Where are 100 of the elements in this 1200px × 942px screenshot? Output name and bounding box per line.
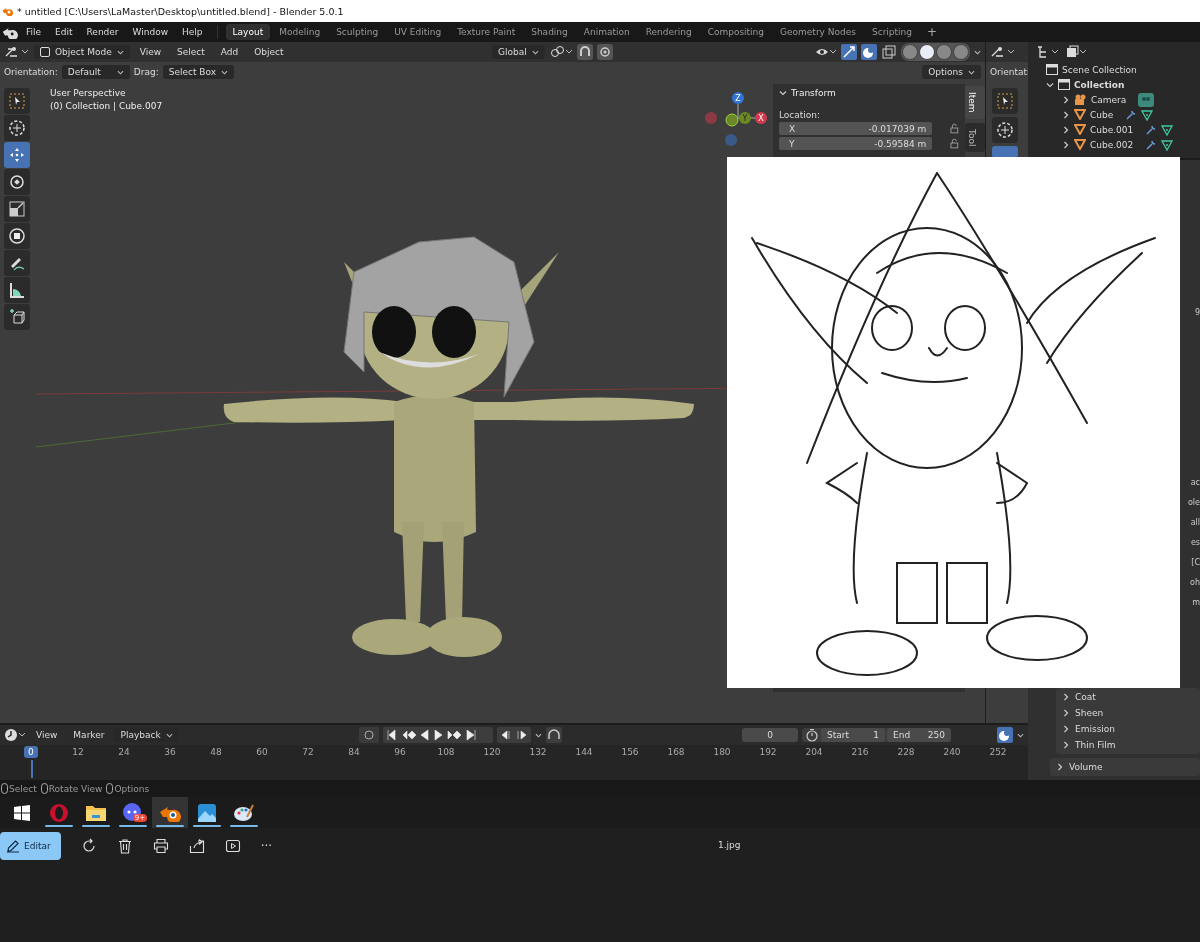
workspace-tab[interactable]: Modeling	[272, 24, 328, 40]
camera-data-icon[interactable]	[1138, 92, 1155, 107]
chevron-right-icon[interactable]	[1062, 110, 1070, 119]
tool-button[interactable]	[4, 250, 30, 276]
sidebar-tab[interactable]: Tool	[965, 122, 985, 152]
overlays-toggle-icon[interactable]	[997, 727, 1013, 744]
subpanel-header[interactable]: Coat	[1075, 692, 1096, 702]
orientation-dropdown[interactable]: Default	[61, 65, 130, 79]
modifier-wrench-icon[interactable]	[1145, 138, 1158, 151]
navigation-gizmo[interactable]: Z Y X	[703, 88, 773, 158]
workspace-tab[interactable]: Texture Paint	[450, 24, 523, 40]
chevron-down-icon[interactable]	[1046, 80, 1054, 89]
subpanel-header[interactable]: Thin Film	[1075, 740, 1116, 750]
chevron-right-icon[interactable]	[1062, 741, 1070, 749]
link-icon[interactable]	[548, 45, 573, 59]
lock-icon[interactable]	[950, 123, 959, 134]
chat-app-icon[interactable]	[122, 801, 144, 824]
auto-keying-icon[interactable]	[545, 727, 562, 744]
tool-button[interactable]	[992, 146, 1018, 158]
mesh-data-icon[interactable]	[1161, 123, 1174, 136]
sidebar-tab[interactable]: Item	[965, 86, 985, 119]
menu-item[interactable]: Edit	[49, 25, 79, 39]
workspace-tab[interactable]: Sculpting	[329, 24, 386, 40]
drag-dropdown[interactable]: Select Box	[162, 65, 235, 79]
transform-orientation-dropdown[interactable]: Global	[491, 45, 545, 59]
workspace-tab[interactable]: Shading	[524, 24, 575, 40]
outliner-item[interactable]: Collection	[1074, 79, 1125, 90]
outliner-item[interactable]: Cube.001	[1090, 124, 1134, 135]
options-dropdown[interactable]: Options	[922, 65, 981, 79]
menu-item[interactable]: Object	[248, 45, 290, 59]
location-field[interactable]: Y -0.59584 m	[779, 137, 933, 150]
clock-icon[interactable]	[4, 728, 26, 743]
chevron-right-icon[interactable]	[1056, 763, 1064, 771]
lock-icon[interactable]	[950, 138, 959, 149]
xray-icon[interactable]	[881, 44, 897, 60]
rotate-icon[interactable]	[80, 838, 97, 854]
chevron-right-icon[interactable]	[1062, 95, 1070, 104]
tool-button[interactable]	[992, 117, 1018, 143]
delete-icon[interactable]	[116, 838, 133, 854]
tool-button[interactable]	[4, 304, 30, 330]
workspace-tab[interactable]: Layout	[225, 24, 271, 40]
panel-header[interactable]: Volume	[1069, 762, 1103, 772]
playhead[interactable]: 0	[24, 746, 38, 759]
shading-mode-button[interactable]	[902, 44, 918, 60]
windows-start-icon[interactable]	[13, 803, 31, 822]
panel-title[interactable]: Transform	[791, 88, 836, 98]
add-workspace-button[interactable]: +	[921, 23, 944, 41]
chevron-right-icon[interactable]	[1062, 693, 1070, 701]
menu-item[interactable]: Add	[214, 45, 245, 59]
chevron-right-icon[interactable]	[1062, 709, 1070, 717]
menu-item[interactable]: View	[133, 45, 168, 59]
workspace-tab[interactable]: Compositing	[700, 24, 772, 40]
subpanel-header[interactable]: Sheen	[1075, 708, 1104, 718]
mode-dropdown[interactable]: Object Mode	[34, 45, 130, 59]
outliner-item[interactable]: Cube.002	[1090, 139, 1134, 150]
mesh-data-icon[interactable]	[1161, 138, 1174, 151]
print-icon[interactable]	[152, 838, 169, 854]
subpanel-header[interactable]: Emission	[1075, 724, 1116, 734]
current-frame-field[interactable]: 0	[742, 728, 798, 743]
shading-mode-button[interactable]	[919, 44, 935, 60]
keyframe-record-icon[interactable]	[358, 727, 379, 744]
gizmo-toggle-icon[interactable]	[841, 44, 857, 60]
location-field[interactable]: X -0.017039 m	[779, 122, 933, 135]
tool-button[interactable]	[4, 223, 30, 249]
playback-dropdown[interactable]: Playback	[114, 728, 179, 743]
outliner-item[interactable]: Scene Collection	[1062, 64, 1137, 75]
workspace-tab[interactable]: Animation	[576, 24, 637, 40]
menu-item[interactable]: File	[20, 25, 48, 39]
edit-button[interactable]: Editar	[0, 832, 61, 860]
mesh-data-icon[interactable]	[1141, 108, 1154, 121]
stopwatch-icon[interactable]	[805, 728, 819, 743]
editor-type-icon[interactable]	[990, 45, 1016, 59]
workspace-tab[interactable]: Geometry Nodes	[773, 24, 863, 40]
workspace-tab[interactable]: UV Editing	[387, 24, 449, 40]
slideshow-icon[interactable]	[224, 838, 241, 854]
photos-app-icon[interactable]	[197, 802, 217, 823]
proportional-edit-icon[interactable]	[596, 44, 613, 60]
workspace-tab[interactable]: Scripting	[864, 24, 919, 40]
start-frame-field[interactable]: Start 1	[821, 728, 885, 743]
menu-item[interactable]: Help	[176, 25, 209, 39]
tool-button[interactable]	[4, 196, 30, 222]
editor-type-icon[interactable]	[4, 45, 30, 59]
end-frame-field[interactable]: End 250	[887, 728, 951, 743]
snap-magnet-icon[interactable]	[576, 44, 593, 60]
taskbar-button[interactable]	[152, 797, 188, 828]
tool-button[interactable]	[4, 169, 30, 195]
menu-item[interactable]: Marker	[67, 728, 111, 743]
menu-item[interactable]: View	[30, 728, 64, 743]
modifier-wrench-icon[interactable]	[1145, 123, 1158, 136]
outliner-item[interactable]: Cube	[1090, 109, 1114, 120]
tool-button[interactable]	[4, 277, 30, 303]
paint-palette-icon[interactable]	[233, 802, 255, 823]
workspace-tab[interactable]: Rendering	[638, 24, 699, 40]
chevron-right-icon[interactable]	[1062, 125, 1070, 134]
overlays-toggle-icon[interactable]	[861, 44, 877, 60]
outliner-item[interactable]: Camera	[1091, 94, 1127, 105]
menu-item[interactable]: Select	[171, 45, 211, 59]
shading-mode-button[interactable]	[953, 44, 969, 60]
menu-item[interactable]: Render	[80, 25, 125, 39]
chevron-down-icon[interactable]	[779, 89, 787, 97]
